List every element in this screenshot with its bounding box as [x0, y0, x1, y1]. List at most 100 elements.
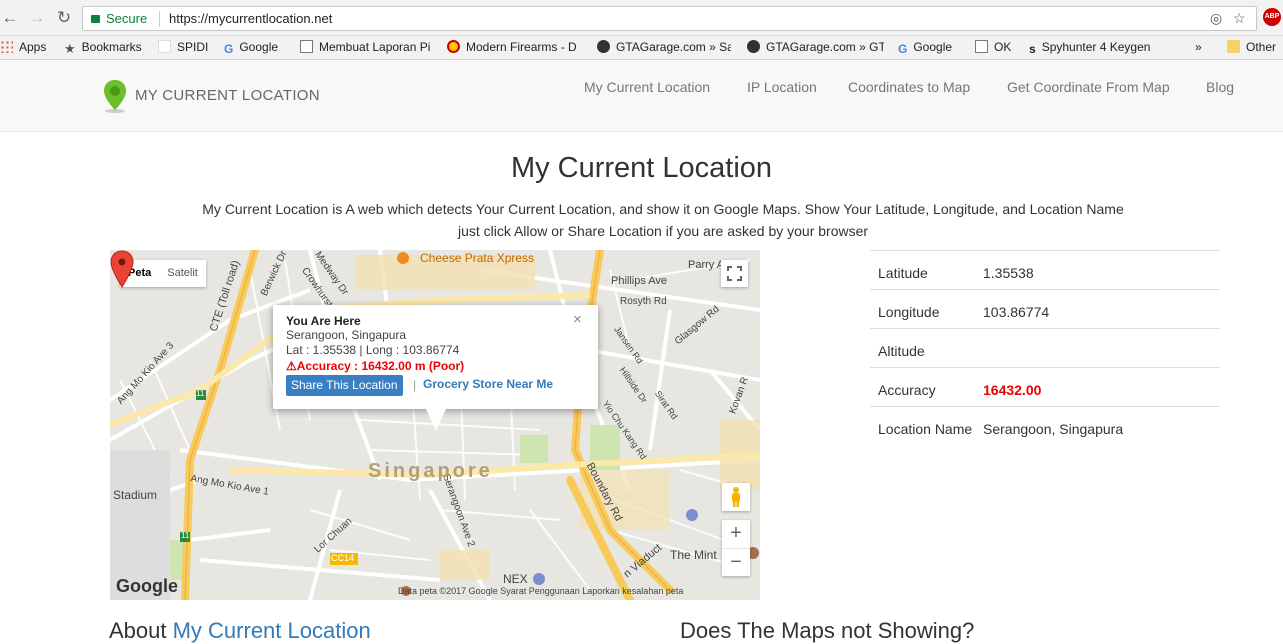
- apps-grid-icon: [0, 40, 13, 53]
- nav-blog[interactable]: Blog: [1206, 79, 1234, 95]
- secure-indicator[interactable]: Secure: [91, 11, 147, 26]
- map-type-satelit-button[interactable]: Satelit: [159, 260, 206, 287]
- bookmark-item[interactable]: Apps: [0, 40, 46, 56]
- overflow-icon: »: [1195, 40, 1202, 54]
- accuracy-value: 16432.00: [983, 382, 1042, 398]
- adblock-extension-icon[interactable]: ABP: [1263, 8, 1281, 26]
- document-icon: [300, 40, 313, 53]
- google-icon: G: [898, 42, 908, 56]
- row-key: Location Name: [878, 421, 973, 437]
- page-title: My Current Location: [510, 152, 773, 184]
- nav-get-coordinate-from-map[interactable]: Get Coordinate From Map: [1007, 79, 1170, 95]
- location-name-value: Serangoon, Singapura: [983, 421, 1124, 437]
- back-arrow-icon[interactable]: ←: [1, 9, 19, 27]
- about-heading-prefix: About: [109, 618, 173, 643]
- zoom-in-button[interactable]: +: [722, 520, 750, 548]
- bookmarks-overflow-button[interactable]: »: [1195, 40, 1202, 56]
- bookmark-item[interactable]: s Spyhunter 4 Keygen: [1029, 40, 1159, 56]
- google-logo[interactable]: Google: [116, 576, 178, 597]
- folder-icon: [1227, 40, 1240, 53]
- row-key: Latitude: [878, 265, 928, 281]
- bookmark-item[interactable]: Membuat Laporan Pi: [300, 40, 432, 56]
- page-icon: [158, 40, 171, 53]
- site-navbar: MY CURRENT LOCATION My Current Location …: [0, 61, 1283, 132]
- maps-not-showing-heading: Does The Maps not Showing?: [680, 618, 975, 643]
- bookmark-item[interactable]: GTAGarage.com » Sa: [597, 40, 731, 56]
- table-row: Altitude: [870, 329, 1220, 368]
- intro-line: just click Allow or Share Location if yo…: [457, 223, 869, 239]
- address-bar[interactable]: Secure https://mycurrentlocation.net ◎ ☆: [82, 6, 1257, 31]
- bookmark-item[interactable]: OK: [975, 40, 1011, 56]
- url-text[interactable]: https://mycurrentlocation.net: [169, 11, 332, 26]
- bookmark-star-icon[interactable]: ☆: [1233, 10, 1246, 27]
- info-window-coords: Lat : 1.35538 | Long : 103.86774: [286, 343, 460, 357]
- google-map[interactable]: Cheese Prata Xpress Phillips Ave Parry A…: [110, 250, 760, 600]
- row-key: Accuracy: [878, 382, 936, 398]
- table-row: Location Name Serangoon, Singapura: [870, 407, 1220, 468]
- grocery-store-link[interactable]: Grocery Store Near Me: [423, 377, 553, 391]
- poi-label[interactable]: Cheese Prata Xpress: [420, 251, 534, 265]
- lock-icon: [91, 15, 100, 23]
- longitude-value: 103.86774: [983, 304, 1050, 320]
- city-label: Singapore: [368, 460, 493, 482]
- nav-ip-location[interactable]: IP Location: [747, 79, 817, 95]
- fullscreen-icon: [727, 266, 742, 281]
- about-heading: About My Current Location: [109, 618, 371, 644]
- google-icon: G: [224, 42, 234, 56]
- current-location-marker-icon[interactable]: [110, 250, 134, 288]
- site-logo-text[interactable]: MY CURRENT LOCATION: [135, 87, 320, 104]
- area-label: Stadium: [113, 488, 158, 502]
- info-window-place: Serangoon, Singapura: [286, 328, 407, 342]
- browser-toolbar: ← → ↻ Secure https://mycurrentlocation.n…: [0, 0, 1283, 36]
- about-heading-link[interactable]: My Current Location: [173, 618, 371, 643]
- location-details-table: Latitude 1.35538 Longitude 103.86774 Alt…: [870, 250, 1220, 468]
- pegman-icon: [732, 487, 740, 507]
- bookmark-item[interactable]: GTAGarage.com » GT: [747, 40, 884, 56]
- fullscreen-button[interactable]: [721, 260, 748, 287]
- nav-my-current-location[interactable]: My Current Location: [584, 79, 710, 95]
- nav-coordinates-to-map[interactable]: Coordinates to Map: [848, 79, 970, 95]
- bookmark-item[interactable]: Modern Firearms - D: [447, 40, 581, 56]
- reload-icon[interactable]: ↻: [55, 9, 73, 27]
- info-window-accuracy: ⚠Accuracy : 16432.00 m (Poor): [286, 359, 464, 373]
- location-target-icon[interactable]: ◎: [1210, 10, 1222, 27]
- map-attribution[interactable]: Data peta ©2017 Google Syarat Penggunaan…: [398, 586, 683, 596]
- target-icon: [447, 40, 460, 53]
- zoom-control: + −: [722, 520, 750, 576]
- gtagarage-icon: [747, 40, 760, 53]
- intro-text: My Current Location is A web which detec…: [170, 198, 1156, 242]
- street-label: Parry A: [688, 259, 725, 271]
- bookmark-item[interactable]: G Google: [898, 40, 952, 56]
- row-key: Altitude: [878, 343, 925, 359]
- street-view-pegman-button[interactable]: [722, 483, 750, 511]
- row-key: Longitude: [878, 304, 940, 320]
- route-shield-label: 11: [181, 531, 190, 540]
- location-pin-logo-icon[interactable]: [102, 79, 128, 113]
- bookmark-item[interactable]: ★ Bookmarks: [64, 40, 142, 56]
- latitude-value: 1.35538: [983, 265, 1034, 281]
- zoom-out-button[interactable]: −: [722, 548, 750, 576]
- street-label: Rosyth Rd: [620, 296, 667, 307]
- link-separator: |: [413, 378, 417, 392]
- gtagarage-icon: [597, 40, 610, 53]
- table-row: Longitude 103.86774: [870, 290, 1220, 329]
- bookmark-item[interactable]: G Google: [224, 40, 278, 56]
- bookmark-item[interactable]: Other: [1227, 40, 1276, 56]
- station-label[interactable]: CC14: [331, 553, 354, 563]
- location-info-window: × You Are Here Serangoon, Singapura Lat …: [273, 305, 598, 431]
- route-shield-label: 11: [196, 389, 205, 398]
- s-icon: s: [1029, 42, 1036, 56]
- table-row: Latitude 1.35538: [870, 251, 1220, 290]
- close-icon[interactable]: ×: [573, 311, 582, 328]
- poi-label[interactable]: The Mint: [670, 548, 717, 562]
- intro-line: My Current Location is A web which detec…: [202, 201, 1124, 217]
- table-row: Accuracy 16432.00: [870, 368, 1220, 407]
- star-icon: ★: [64, 41, 76, 56]
- secure-label: Secure: [106, 11, 148, 26]
- omnibox-separator: [159, 11, 160, 27]
- bookmark-item[interactable]: SPIDI: [158, 40, 208, 56]
- accuracy-text: Accuracy : 16432.00 m (Poor): [296, 359, 465, 373]
- share-location-button[interactable]: Share This Location: [286, 375, 403, 396]
- poi-label[interactable]: NEX: [503, 572, 528, 586]
- forward-arrow-icon[interactable]: →: [28, 9, 46, 27]
